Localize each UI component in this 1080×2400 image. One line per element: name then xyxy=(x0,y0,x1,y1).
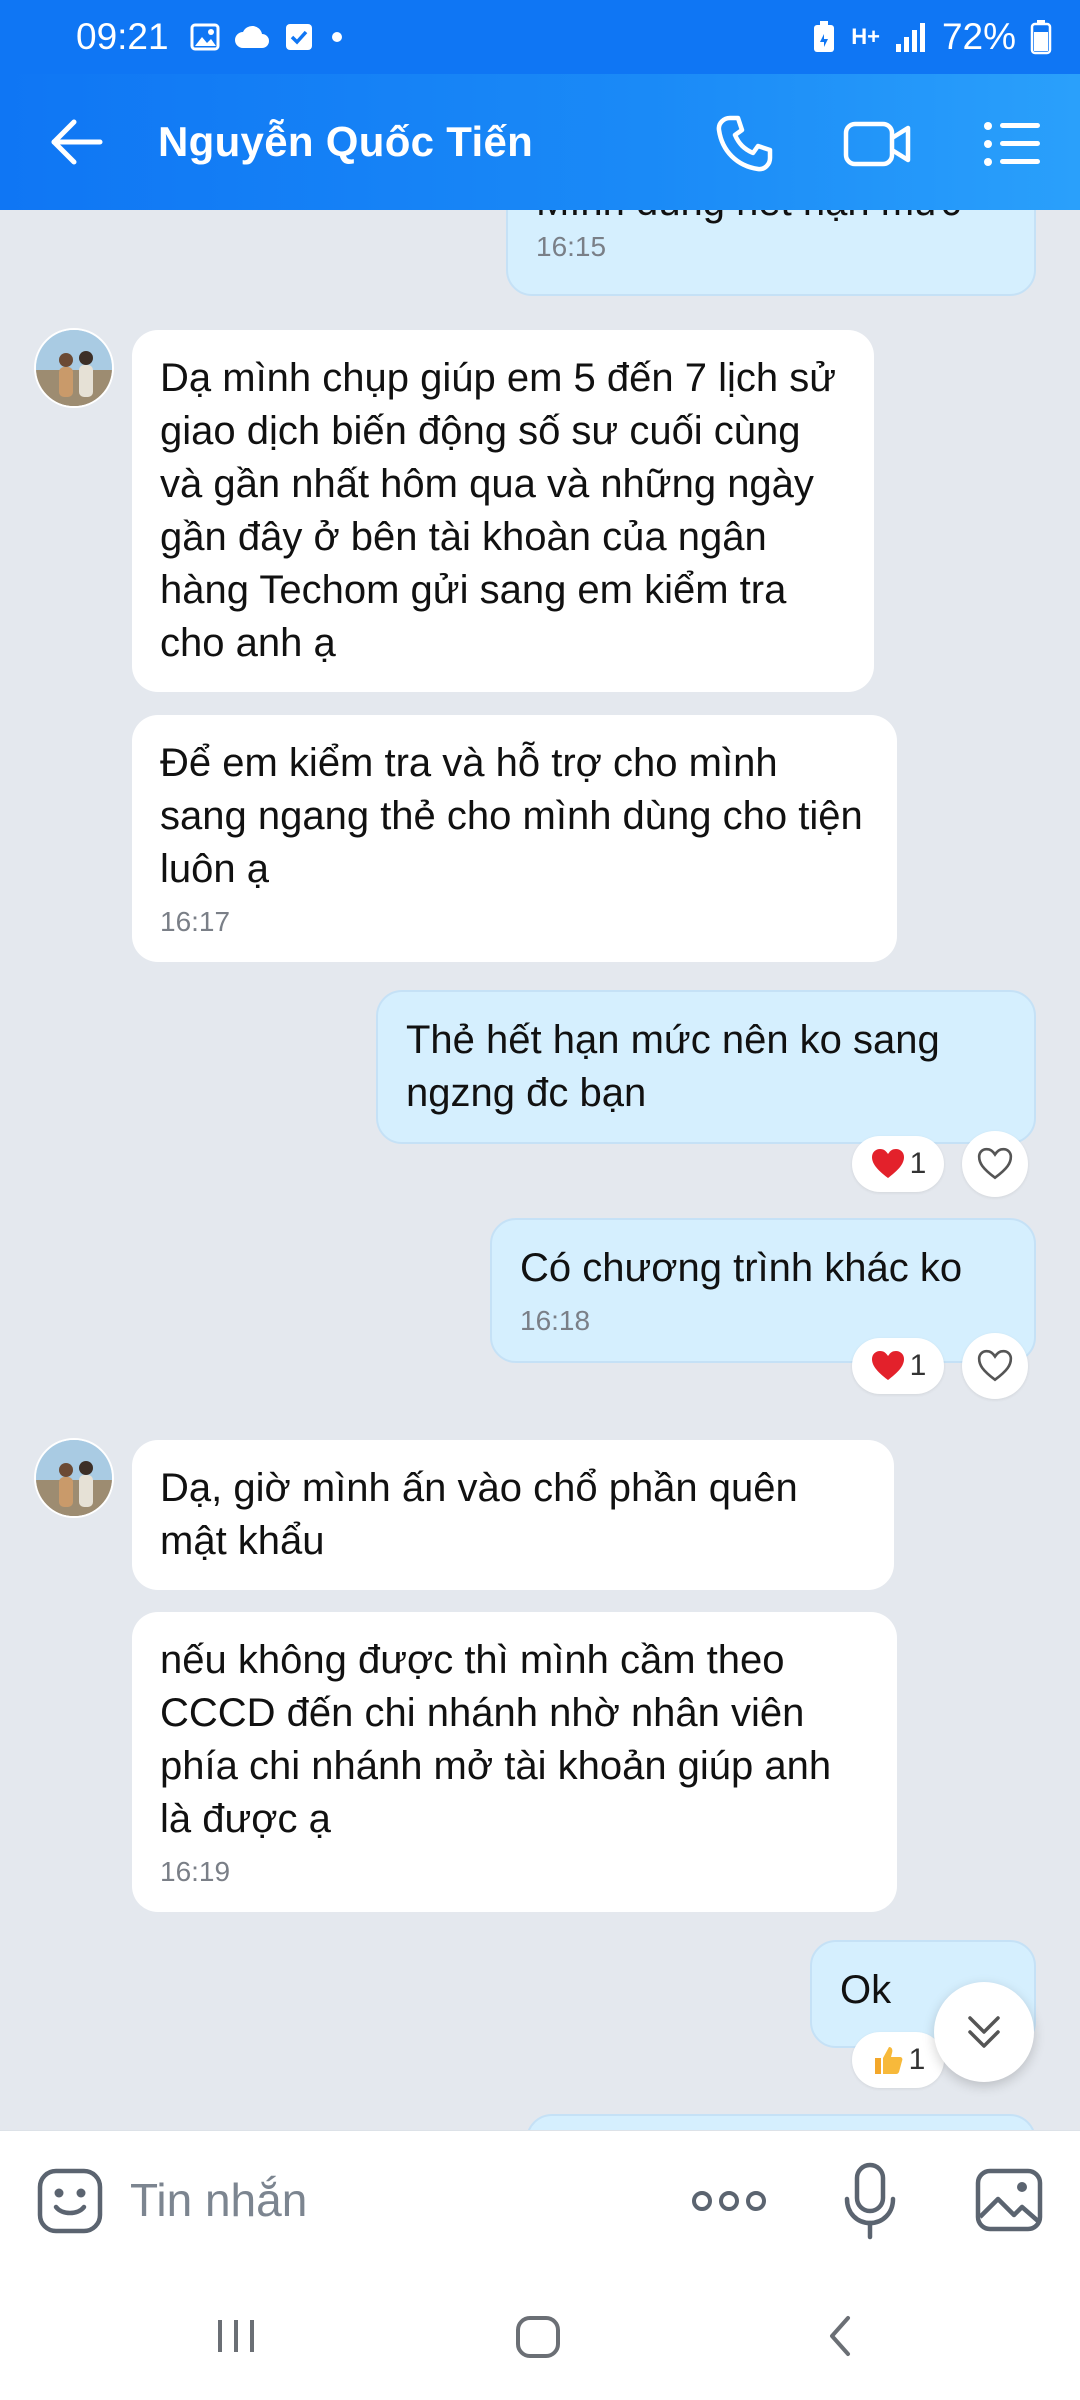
system-status-icons: H+ 72% xyxy=(811,16,1052,58)
message-incoming[interactable]: Dạ, giờ mình ấn vào chổ phần quên mật kh… xyxy=(132,1440,894,1590)
message-input[interactable]: Tin nhắn xyxy=(130,2173,307,2227)
contact-avatar[interactable] xyxy=(34,1438,114,1518)
message-text: Dạ mình chụp giúp em 5 đến 7 lịch sử gia… xyxy=(160,356,837,665)
message-text: Dạ, giờ mình ấn vào chổ phần quên mật kh… xyxy=(160,1466,798,1563)
chat-header: Nguyễn Quốc Tiến xyxy=(0,74,1080,210)
system-navigation-bar xyxy=(0,2270,1080,2400)
heart-outline-icon xyxy=(977,1349,1013,1382)
system-back-icon[interactable] xyxy=(812,2306,872,2366)
avatar-photo xyxy=(36,330,112,406)
menu-list-icon[interactable] xyxy=(980,112,1044,176)
message-incoming[interactable]: Dạ mình chụp giúp em 5 đến 7 lịch sử gia… xyxy=(132,330,874,692)
sticker-emoji-icon[interactable] xyxy=(36,2167,104,2235)
dot-notification-icon xyxy=(332,32,342,42)
message-incoming[interactable]: nếu không được thì mình cầm theo CCCD đế… xyxy=(132,1612,897,1912)
gallery-notification-icon xyxy=(190,23,220,51)
message-outgoing[interactable]: Thẻ hết hạn mức nên ko sang ngzng đc bạn xyxy=(376,990,1036,1144)
reaction-badge[interactable]: 1 xyxy=(852,1338,944,1394)
contact-avatar[interactable] xyxy=(34,328,114,408)
status-bar: 09:21 H+ 72% xyxy=(0,0,1080,74)
message-time: 16:19 xyxy=(160,1856,231,1887)
phone-icon[interactable] xyxy=(712,112,776,176)
message-text: Thẻ hết hạn mức nên ko sang ngzng đc bạn xyxy=(406,1018,940,1115)
message-list[interactable]: Mình dùng hết hạn mức 16:15 Dạ mình chụp… xyxy=(0,210,1080,2130)
status-time: 09:21 xyxy=(76,16,169,57)
recent-apps-icon[interactable] xyxy=(206,2306,266,2366)
battery-icon xyxy=(1030,20,1052,55)
reaction-count: 1 xyxy=(908,2043,926,2076)
avatar-photo xyxy=(36,1440,112,1516)
message-text: Mình dùng hết hạn mức xyxy=(536,210,1006,229)
cloud-notification-icon xyxy=(235,25,269,48)
battery-percent: 72% xyxy=(941,16,1016,57)
image-gallery-icon[interactable] xyxy=(974,2165,1044,2235)
message-outgoing[interactable]: Mình dùng hết hạn mức 16:15 xyxy=(506,210,1036,296)
like-button[interactable] xyxy=(962,1131,1028,1197)
video-call-icon[interactable] xyxy=(842,112,914,176)
battery-saver-icon xyxy=(814,21,835,52)
message-text: Để em kiểm tra và hỗ trợ cho mình sang n… xyxy=(160,741,863,891)
message-time: 16:17 xyxy=(160,906,231,937)
message-incoming[interactable]: Để em kiểm tra và hỗ trợ cho mình sang n… xyxy=(132,715,897,962)
reaction-badge[interactable]: 1 xyxy=(852,1136,944,1192)
message-outgoing[interactable] xyxy=(526,2114,1036,2130)
back-arrow-icon[interactable] xyxy=(48,112,108,172)
check-notification-icon xyxy=(286,24,312,50)
message-outgoing[interactable]: Có chương trình khác ko 16:18 xyxy=(490,1218,1036,1363)
heart-reaction-icon xyxy=(871,1149,904,1178)
message-text: nếu không được thì mình cầm theo CCCD đế… xyxy=(160,1638,832,1841)
double-chevron-down-icon xyxy=(968,2016,1000,2048)
notification-icons xyxy=(190,22,346,52)
message-time: 16:15 xyxy=(536,231,607,262)
message-time: 16:18 xyxy=(520,1305,591,1336)
like-button[interactable] xyxy=(962,1333,1028,1399)
reaction-count: 1 xyxy=(909,1147,927,1180)
thumbs-up-reaction-icon xyxy=(874,2047,903,2074)
reaction-badge[interactable]: 1 xyxy=(852,2032,944,2088)
heart-reaction-icon xyxy=(871,1351,904,1380)
heart-outline-icon xyxy=(977,1147,1013,1180)
microphone-icon[interactable] xyxy=(842,2161,898,2243)
message-text: Có chương trình khác ko xyxy=(520,1246,963,1290)
message-composer: Tin nhắn xyxy=(0,2130,1080,2270)
network-type: H+ xyxy=(851,24,880,49)
message-text: Ok xyxy=(840,1968,892,2012)
scroll-to-bottom-button[interactable] xyxy=(934,1982,1034,2082)
signal-icon xyxy=(895,23,925,52)
contact-name[interactable]: Nguyễn Quốc Tiến xyxy=(158,118,533,166)
home-icon[interactable] xyxy=(508,2306,568,2366)
more-options-icon[interactable] xyxy=(690,2181,768,2221)
reaction-count: 1 xyxy=(909,1349,927,1382)
